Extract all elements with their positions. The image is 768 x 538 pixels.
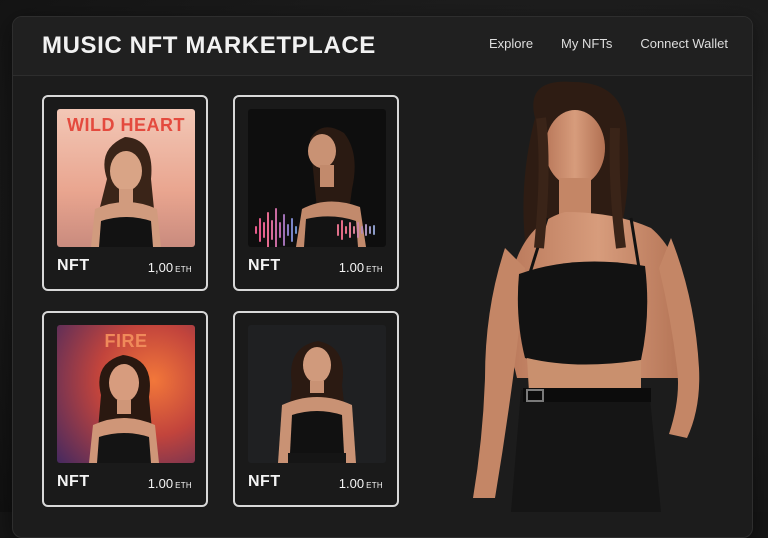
card-title: FIRE <box>104 331 148 351</box>
card-price: 1.00 ETH <box>148 476 192 491</box>
top-navigation-bar: MUSIC NFT MARKETPLACE Explore My NFTs Co… <box>13 17 752 76</box>
nft-artwork <box>248 325 386 463</box>
nft-card-waveform[interactable]: NFT 1.00 ETH <box>233 95 399 291</box>
hero-model-image <box>455 78 725 512</box>
nav-my-nfts[interactable]: My NFTs <box>561 36 612 51</box>
price-value: 1,00 <box>147 260 174 275</box>
card-price: 1.00 ETH <box>339 260 383 275</box>
price-unit: ETH <box>366 265 383 274</box>
nft-artwork: FIRE <box>57 325 195 463</box>
nft-artwork: WILD HEART <box>57 109 195 247</box>
nav-explore[interactable]: Explore <box>489 36 533 51</box>
price-unit: ETH <box>175 265 192 274</box>
card-price: 1.00 ETH <box>339 476 383 491</box>
app-title: MUSIC NFT MARKETPLACE <box>42 32 376 59</box>
price-unit: ETH <box>366 481 383 490</box>
nft-card-fire[interactable]: FIRE NFT 1.00 ETH <box>42 311 208 507</box>
card-label: NFT <box>57 473 90 490</box>
card-label: NFT <box>248 473 281 490</box>
portrait-image <box>248 325 386 463</box>
price-value: 1.00 <box>147 476 174 491</box>
price-value: 1.00 <box>338 260 365 275</box>
price-unit: ETH <box>175 481 192 490</box>
card-label: NFT <box>57 257 90 274</box>
price-value: 1.00 <box>338 476 365 491</box>
card-price: 1,00 ETH <box>148 260 192 275</box>
card-label: NFT <box>248 257 281 274</box>
nav-connect-wallet[interactable]: Connect Wallet <box>640 36 728 51</box>
nft-card-portrait[interactable]: NFT 1.00 ETH <box>233 311 399 507</box>
main-nav: Explore My NFTs Connect Wallet <box>461 36 728 51</box>
card-title: WILD HEART <box>67 115 185 135</box>
nft-artwork <box>248 109 386 247</box>
hero-figure <box>473 81 700 512</box>
nft-card-wild-heart[interactable]: WILD HEART NFT 1,00 ETH <box>42 95 208 291</box>
portrait-image <box>248 109 386 247</box>
